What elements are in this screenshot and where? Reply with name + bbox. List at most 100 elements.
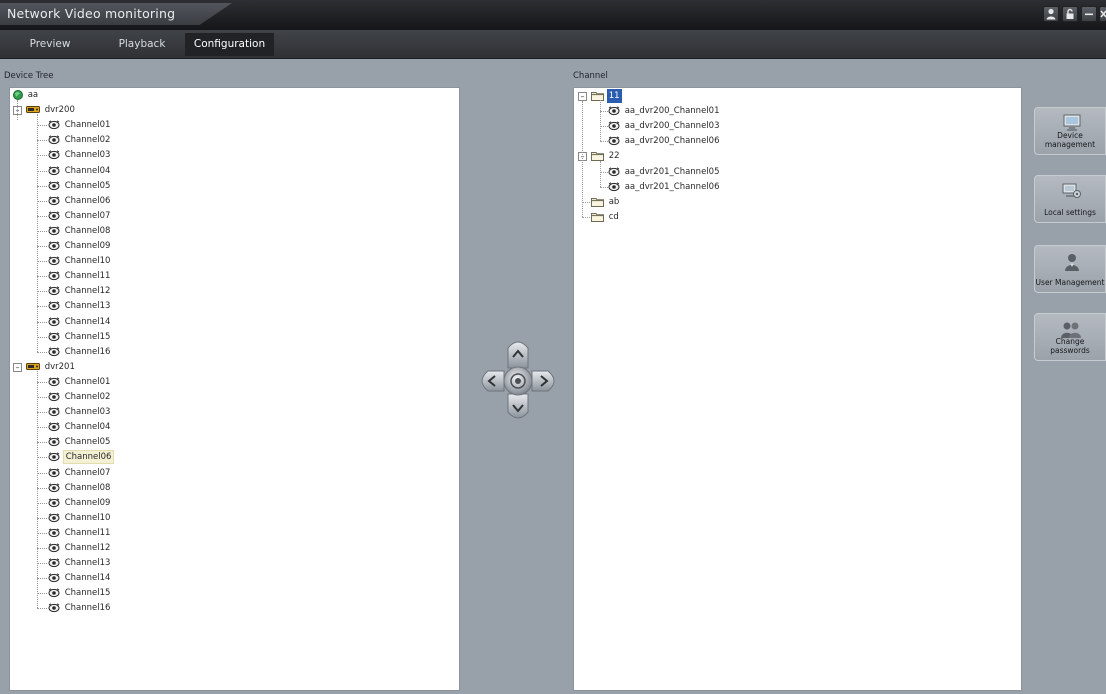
- user-icon[interactable]: [1043, 6, 1059, 22]
- group-node[interactable]: 11: [591, 89, 622, 103]
- tree-connector: [37, 412, 47, 414]
- channel-node[interactable]: Channel09: [48, 496, 112, 510]
- channel-node[interactable]: Channel03: [48, 405, 112, 419]
- channel-node[interactable]: Channel13: [48, 556, 112, 570]
- channel-node-label: Channel15: [64, 331, 111, 342]
- tab-configuration[interactable]: Configuration: [185, 33, 274, 56]
- tree-connector: [37, 351, 47, 353]
- tab-preview[interactable]: Preview: [18, 33, 82, 56]
- device-tree-label: Device Tree: [4, 71, 54, 81]
- channel-node[interactable]: Channel04: [48, 420, 112, 434]
- channel-node[interactable]: Channel11: [48, 526, 112, 540]
- channel-tree-panel[interactable]: – 11 aa_dvr200_Channel01 aa_dvr200_Chann…: [573, 87, 1022, 691]
- channel-node[interactable]: Channel04: [48, 164, 112, 178]
- tree-connector: [37, 381, 47, 383]
- channel-item[interactable]: aa_dvr200_Channel03: [608, 119, 721, 133]
- channel-node[interactable]: Channel12: [48, 284, 112, 298]
- channel-node[interactable]: Channel08: [48, 224, 112, 238]
- menu-bar: Preview Playback Configuration: [0, 30, 1106, 59]
- channel-node[interactable]: Channel07: [48, 209, 112, 223]
- channel-item-label: aa_dvr200_Channel06: [624, 136, 720, 147]
- channel-node[interactable]: Channel07: [48, 466, 112, 480]
- channel-node[interactable]: Channel05: [48, 435, 112, 449]
- channel-node-label: Channel04: [64, 422, 111, 433]
- tree-root-label: aa: [27, 90, 39, 100]
- tree-connector: [37, 276, 47, 278]
- channel-node[interactable]: Channel16: [48, 345, 112, 359]
- expand-toggle[interactable]: –: [578, 92, 587, 101]
- device-node[interactable]: dvr200: [26, 103, 77, 117]
- tree-connector: [37, 336, 47, 338]
- channel-node-label: Channel14: [64, 573, 111, 584]
- channel-node[interactable]: Channel12: [48, 541, 112, 555]
- change-passwords-label: Change passwords: [1050, 337, 1090, 355]
- tree-connector: [37, 548, 47, 549]
- group-node[interactable]: 22: [591, 149, 622, 163]
- channel-item[interactable]: aa_dvr200_Channel06: [608, 134, 721, 148]
- group-node[interactable]: ab: [591, 195, 621, 209]
- channel-item[interactable]: aa_dvr200_Channel01: [608, 104, 721, 118]
- channel-node-label: Channel07: [64, 467, 111, 478]
- tree-connector: [37, 306, 47, 308]
- channel-node[interactable]: Channel14: [48, 571, 112, 585]
- channel-node-label: Channel03: [64, 150, 111, 161]
- expand-toggle[interactable]: –: [13, 362, 22, 372]
- right-arrow-icon[interactable]: [531, 370, 555, 392]
- user-management-button[interactable]: User Management: [1034, 245, 1106, 293]
- channel-node[interactable]: Channel01: [48, 375, 112, 389]
- group-node[interactable]: cd: [591, 210, 621, 224]
- local-settings-button[interactable]: Local settings: [1034, 175, 1106, 223]
- channel-node[interactable]: Channel06: [48, 450, 115, 465]
- channel-node[interactable]: Channel16: [48, 601, 112, 615]
- change-passwords-button[interactable]: Change passwords: [1034, 313, 1106, 361]
- tree-connector: [37, 170, 47, 172]
- left-arrow-icon[interactable]: [481, 370, 505, 392]
- group-node-label: 11: [606, 89, 622, 103]
- device-management-label: Device management: [1044, 131, 1096, 149]
- channel-node[interactable]: Channel03: [48, 148, 112, 162]
- tree-connector: [37, 261, 47, 263]
- channel-node[interactable]: Channel06: [48, 194, 112, 208]
- channel-node[interactable]: Channel08: [48, 481, 112, 495]
- channel-node-label: Channel02: [64, 392, 111, 402]
- channel-item[interactable]: aa_dvr201_Channel06: [608, 180, 721, 194]
- channel-item[interactable]: aa_dvr201_Channel05: [608, 165, 721, 179]
- tree-connector: [37, 517, 47, 519]
- down-arrow-icon[interactable]: [507, 393, 529, 419]
- minimize-icon[interactable]: [1081, 6, 1097, 22]
- channel-node-label: Channel15: [64, 588, 111, 599]
- channel-node-label: Channel12: [64, 543, 111, 553]
- device-tree-panel[interactable]: aa – dvr200 Channel01 Channel02 Channel03…: [9, 87, 460, 691]
- device-management-button[interactable]: Device management: [1034, 107, 1106, 155]
- tree-connector: [582, 101, 583, 217]
- device-node[interactable]: dvr201: [26, 360, 77, 374]
- tree-connector: [37, 593, 47, 595]
- channel-node[interactable]: Channel14: [48, 315, 112, 329]
- channel-node[interactable]: Channel10: [48, 511, 112, 525]
- tree-connector: [17, 100, 18, 121]
- center-icon[interactable]: [503, 366, 533, 396]
- channel-node[interactable]: Channel05: [48, 179, 112, 193]
- channel-node[interactable]: Channel09: [48, 239, 112, 253]
- channel-item-label: aa_dvr200_Channel03: [624, 121, 720, 132]
- tree-connector: [37, 291, 47, 293]
- channel-node-label: Channel01: [64, 376, 111, 387]
- channel-node[interactable]: Channel02: [48, 390, 112, 404]
- group-node-label: 22: [608, 151, 620, 162]
- tab-playback[interactable]: Playback: [106, 33, 178, 56]
- channel-node[interactable]: Channel11: [48, 269, 112, 283]
- user-icon: [1062, 252, 1082, 275]
- channel-node[interactable]: Channel01: [48, 118, 112, 132]
- lock-icon[interactable]: [1062, 6, 1078, 22]
- channel-node[interactable]: Channel10: [48, 254, 112, 268]
- up-arrow-icon[interactable]: [507, 341, 529, 369]
- channel-node[interactable]: Channel15: [48, 330, 112, 344]
- local-settings-label: Local settings: [1044, 208, 1096, 217]
- channel-node[interactable]: Channel15: [48, 586, 112, 600]
- tree-connector: [37, 370, 38, 609]
- close-icon[interactable]: [1099, 6, 1106, 22]
- tree-connector: [37, 215, 47, 217]
- channel-node[interactable]: Channel13: [48, 299, 112, 313]
- channel-node[interactable]: Channel02: [48, 133, 112, 147]
- channel-item-label: aa_dvr201_Channel06: [624, 181, 720, 192]
